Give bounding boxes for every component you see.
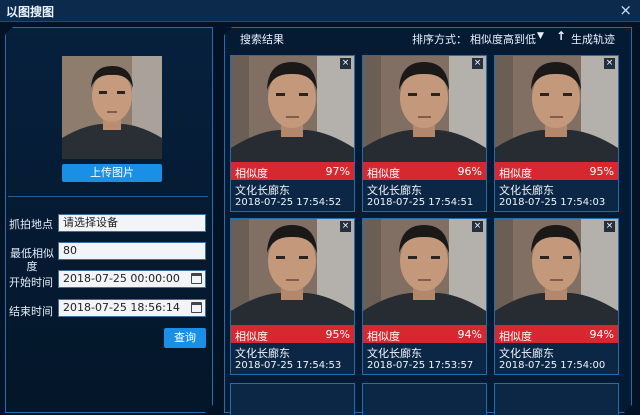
capture-location: 文化长廊东 — [235, 184, 290, 197]
panel-divider — [8, 196, 208, 197]
close-icon[interactable]: × — [472, 221, 483, 232]
end-time-input[interactable]: 2018-07-25 18:56:14 — [58, 299, 206, 317]
capture-time: 2018-07-25 17:54:03 — [499, 197, 606, 208]
upload-image-button[interactable]: 上传图片 — [62, 164, 162, 182]
start-time-value: 2018-07-25 00:00:00 — [63, 272, 180, 285]
capture-time: 2018-07-25 17:53:57 — [367, 360, 474, 371]
query-face-image — [62, 56, 162, 159]
close-icon[interactable]: × — [604, 58, 615, 69]
start-time-input[interactable]: 2018-07-25 00:00:00 — [58, 270, 206, 288]
face-thumbnail[interactable] — [495, 219, 618, 333]
capture-time: 2018-07-25 17:54:53 — [235, 360, 342, 371]
result-card[interactable]: × 相似度 94% 文化长廊东 2018-07-25 17:53:57 — [362, 218, 487, 375]
capture-location: 文化长廊东 — [499, 184, 554, 197]
similarity-bar: 相似度 95% — [231, 325, 354, 343]
capture-time: 2018-07-25 17:54:52 — [235, 197, 342, 208]
similarity-value: 94% — [589, 328, 614, 341]
similarity-label: 相似度 — [499, 330, 532, 343]
capture-location-value: 请选择设备 — [63, 216, 118, 229]
similarity-label: 相似度 — [367, 167, 400, 180]
result-card[interactable]: × 相似度 94% 文化长廊东 2018-07-25 17:54:00 — [494, 218, 619, 375]
capture-location: 文化长廊东 — [235, 347, 290, 360]
end-time-value: 2018-07-25 18:56:14 — [63, 301, 180, 314]
capture-location: 文化长廊东 — [367, 184, 422, 197]
similarity-label: 相似度 — [235, 330, 268, 343]
start-time-label: 开始时间 — [9, 276, 53, 289]
similarity-value: 97% — [325, 165, 350, 178]
face-thumbnail[interactable] — [231, 219, 354, 333]
caret-down-icon[interactable]: ▼ — [537, 31, 544, 41]
min-similarity-value: 80 — [63, 244, 77, 257]
similarity-value: 95% — [589, 165, 614, 178]
similarity-value: 94% — [457, 328, 482, 341]
face-thumbnail[interactable] — [495, 56, 618, 170]
capture-time: 2018-07-25 17:54:51 — [367, 197, 474, 208]
up-arrow-icon[interactable]: ↑ — [556, 29, 566, 43]
min-similarity-label: 最低相似度 — [10, 247, 54, 273]
similarity-bar: 相似度 97% — [231, 162, 354, 180]
similarity-bar: 相似度 94% — [495, 325, 618, 343]
similarity-value: 95% — [325, 328, 350, 341]
result-card-partial — [362, 383, 487, 415]
calendar-icon[interactable] — [191, 273, 202, 284]
title-bar: 以图搜图 × — [0, 0, 640, 22]
sort-dropdown[interactable]: 相似度高到低 — [470, 31, 536, 47]
sort-label: 排序方式： — [412, 33, 467, 46]
end-time-label: 结束时间 — [9, 305, 53, 318]
result-card-partial — [494, 383, 619, 415]
similarity-bar: 相似度 94% — [363, 325, 486, 343]
similarity-label: 相似度 — [367, 330, 400, 343]
capture-time: 2018-07-25 17:54:00 — [499, 360, 606, 371]
result-card[interactable]: × 相似度 95% 文化长廊东 2018-07-25 17:54:03 — [494, 55, 619, 212]
similarity-value: 96% — [457, 165, 482, 178]
min-similarity-input[interactable]: 80 — [58, 242, 206, 260]
calendar-icon[interactable] — [191, 302, 202, 313]
result-card[interactable]: × 相似度 95% 文化长廊东 2018-07-25 17:54:53 — [230, 218, 355, 375]
face-thumbnail[interactable] — [363, 219, 486, 333]
close-icon[interactable]: × — [604, 221, 615, 232]
result-card[interactable]: × 相似度 96% 文化长廊东 2018-07-25 17:54:51 — [362, 55, 487, 212]
close-icon[interactable]: × — [472, 58, 483, 69]
similarity-label: 相似度 — [499, 167, 532, 180]
generate-trajectory-button[interactable]: 生成轨迹 — [571, 31, 615, 47]
face-thumbnail[interactable] — [363, 56, 486, 170]
window-title: 以图搜图 — [6, 5, 55, 19]
close-icon[interactable]: × — [340, 58, 351, 69]
capture-location: 文化长廊东 — [499, 347, 554, 360]
capture-location-label: 抓拍地点 — [9, 218, 53, 231]
close-icon[interactable]: × — [340, 221, 351, 232]
query-button[interactable]: 查询 — [164, 328, 206, 348]
close-icon[interactable]: × — [619, 2, 632, 18]
similarity-bar: 相似度 96% — [363, 162, 486, 180]
result-card-partial — [230, 383, 355, 415]
face-thumbnail[interactable] — [231, 56, 354, 170]
similarity-bar: 相似度 95% — [495, 162, 618, 180]
capture-location: 文化长廊东 — [367, 347, 422, 360]
capture-location-select[interactable]: 请选择设备 — [58, 214, 206, 232]
result-card[interactable]: × 相似度 97% 文化长廊东 2018-07-25 17:54:52 — [230, 55, 355, 212]
results-title: 搜索结果 — [240, 33, 284, 46]
similarity-label: 相似度 — [235, 167, 268, 180]
